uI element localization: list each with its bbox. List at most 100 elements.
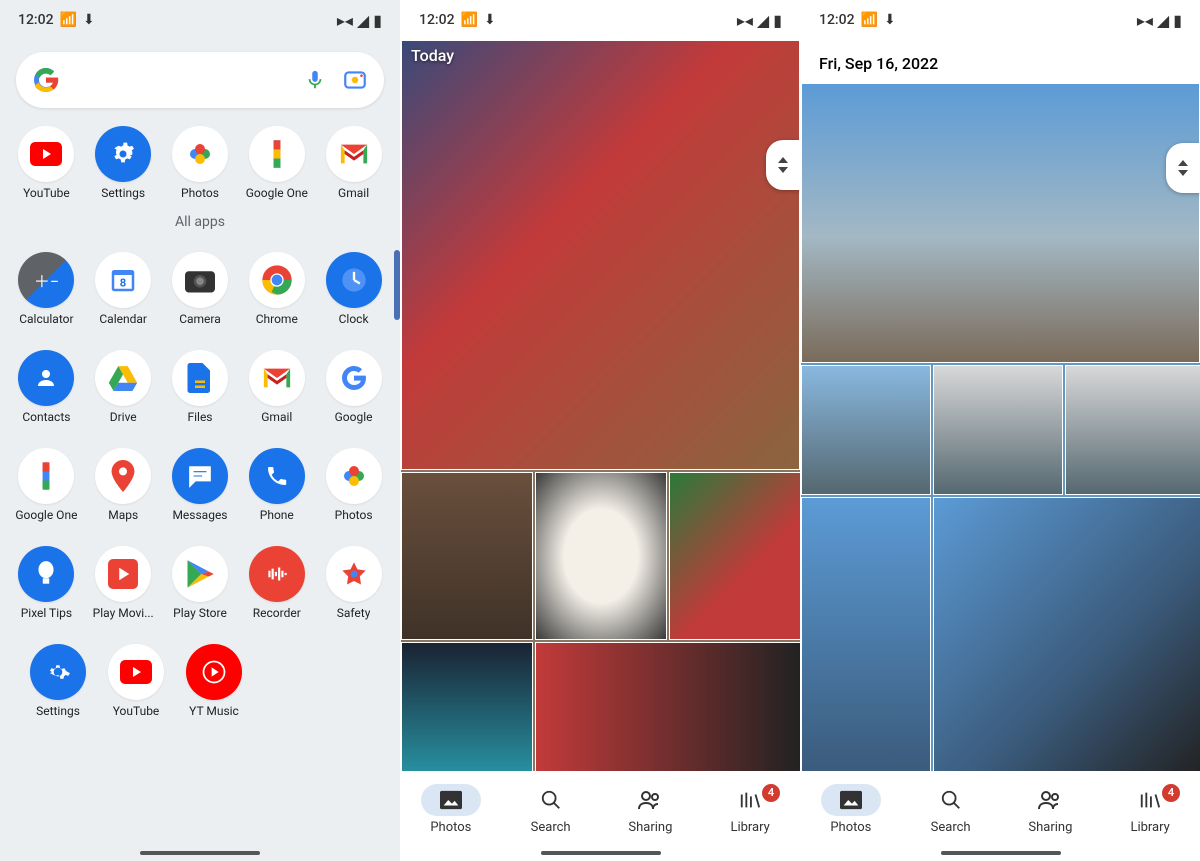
bottom-nav: Photos Search Sharing 4Library — [401, 771, 800, 861]
photo-thumbnail[interactable] — [801, 83, 1200, 363]
app-calculator[interactable]: ＋−Calculator — [10, 252, 82, 326]
nav-home-pill[interactable] — [941, 851, 1061, 855]
photo-grid[interactable] — [801, 83, 1200, 771]
download-icon: ⬇ — [484, 12, 496, 28]
mic-icon[interactable] — [304, 69, 326, 91]
app-gmail-2[interactable]: Gmail — [241, 350, 313, 424]
photo-thumbnail[interactable] — [801, 497, 931, 771]
waveform-icon — [264, 565, 290, 583]
fast-scroll-handle[interactable] — [766, 140, 800, 190]
app-messages[interactable]: Messages — [164, 448, 236, 522]
battery-icon: ▮ — [773, 11, 782, 30]
play-store-icon — [186, 559, 214, 589]
app-chrome[interactable]: Chrome — [241, 252, 313, 326]
download-icon: ⬇ — [83, 12, 95, 28]
library-icon — [739, 790, 761, 810]
app-play-store[interactable]: Play Store — [164, 546, 236, 620]
calendar-icon: 8 — [108, 265, 138, 295]
chevron-down-icon — [778, 167, 788, 173]
photo-thumbnail[interactable] — [933, 497, 1200, 771]
app-maps[interactable]: Maps — [87, 448, 159, 522]
cell-icon: ◢ — [357, 11, 369, 30]
bulb-icon — [35, 560, 57, 588]
app-safety[interactable]: Safety — [318, 546, 390, 620]
drive-icon — [108, 365, 138, 391]
search-bar[interactable] — [16, 52, 384, 108]
photos-icon — [339, 461, 369, 491]
app-google-one[interactable]: Google One — [241, 126, 313, 200]
nav-photos[interactable]: Photos — [801, 784, 901, 835]
photo-grid[interactable]: Today — [401, 40, 800, 771]
app-google[interactable]: Google — [318, 350, 390, 424]
nav-library[interactable]: 4Library — [700, 784, 800, 835]
status-bar: 12:02📶⬇ ▸◂◢▮ — [401, 0, 800, 40]
calculator-icon: ＋− — [34, 268, 59, 292]
nav-search[interactable]: Search — [501, 784, 601, 835]
app-youtube-2[interactable]: YouTube — [100, 644, 172, 718]
nav-sharing[interactable]: Sharing — [601, 784, 701, 835]
app-youtube[interactable]: YouTube — [10, 126, 82, 200]
youtube-icon — [120, 660, 152, 684]
app-google-one-2[interactable]: Google One — [10, 448, 82, 522]
person-icon — [34, 366, 58, 390]
nav-sharing[interactable]: Sharing — [1001, 784, 1101, 835]
google-logo-icon — [32, 66, 60, 94]
app-settings-2[interactable]: Settings — [22, 644, 94, 718]
photo-thumbnail[interactable] — [933, 365, 1063, 495]
bottom-nav: Photos Search Sharing 4Library — [801, 771, 1200, 861]
status-bar: 12:02📶⬇ ▸◂◢▮ — [801, 0, 1200, 40]
search-icon — [940, 789, 962, 811]
photo-thumbnail[interactable] — [401, 642, 533, 771]
app-photos[interactable]: Photos — [164, 126, 236, 200]
app-drive[interactable]: Drive — [87, 350, 159, 424]
phone-icon — [265, 464, 289, 488]
notification-badge: 4 — [762, 784, 780, 802]
all-apps-header: All apps — [0, 206, 400, 240]
app-yt-music[interactable]: YT Music — [178, 644, 250, 718]
status-time: 12:02 — [819, 12, 855, 28]
cell-icon: ◢ — [757, 11, 769, 30]
photo-thumbnail[interactable] — [535, 642, 800, 771]
status-time: 12:02 — [18, 12, 54, 28]
app-clock[interactable]: Clock — [318, 252, 390, 326]
chevron-up-icon — [1178, 160, 1188, 166]
photo-thumbnail[interactable] — [401, 40, 800, 470]
photo-thumbnail[interactable] — [535, 472, 667, 640]
fast-scroll-handle[interactable] — [1166, 143, 1200, 193]
clock-icon — [340, 266, 368, 294]
photo-thumbnail[interactable] — [801, 365, 931, 495]
date-header: Fri, Sep 16, 2022 — [801, 40, 1200, 83]
app-contacts[interactable]: Contacts — [10, 350, 82, 424]
app-pixel-tips[interactable]: Pixel Tips — [10, 546, 82, 620]
lens-icon[interactable] — [342, 67, 368, 93]
nav-home-pill[interactable] — [541, 851, 661, 855]
photo-thumbnail[interactable] — [1065, 365, 1200, 495]
app-phone[interactable]: Phone — [241, 448, 313, 522]
safety-icon — [340, 560, 368, 588]
photos-screen-date: 12:02📶⬇ ▸◂◢▮ Fri, Sep 16, 2022 Photos Se… — [800, 0, 1200, 861]
files-icon — [187, 363, 213, 393]
app-photos-2[interactable]: Photos — [318, 448, 390, 522]
app-gmail[interactable]: Gmail — [318, 126, 390, 200]
nav-home-pill[interactable] — [140, 851, 260, 855]
nav-photos[interactable]: Photos — [401, 784, 501, 835]
status-time: 12:02 — [419, 12, 455, 28]
app-recorder[interactable]: Recorder — [241, 546, 313, 620]
signal-icon: 📶 — [60, 12, 77, 28]
signal-icon: 📶 — [861, 12, 878, 28]
app-grid[interactable]: ＋−Calculator 8Calendar Camera Chrome Clo… — [0, 240, 400, 861]
app-settings[interactable]: Settings — [87, 126, 159, 200]
gmail-icon — [339, 142, 369, 166]
photo-thumbnail[interactable] — [401, 472, 533, 640]
photos-screen-today: 12:02📶⬇ ▸◂◢▮ Today Photos Search Sharing… — [400, 0, 800, 861]
messages-icon — [187, 464, 213, 488]
nav-search[interactable]: Search — [901, 784, 1001, 835]
nav-library[interactable]: 4Library — [1100, 784, 1200, 835]
app-play-movies[interactable]: Play Movi... — [87, 546, 159, 620]
camera-icon — [185, 267, 215, 293]
svg-text:8: 8 — [120, 276, 126, 289]
app-camera[interactable]: Camera — [164, 252, 236, 326]
app-calendar[interactable]: 8Calendar — [87, 252, 159, 326]
app-files[interactable]: Files — [164, 350, 236, 424]
photo-thumbnail[interactable] — [669, 472, 800, 640]
